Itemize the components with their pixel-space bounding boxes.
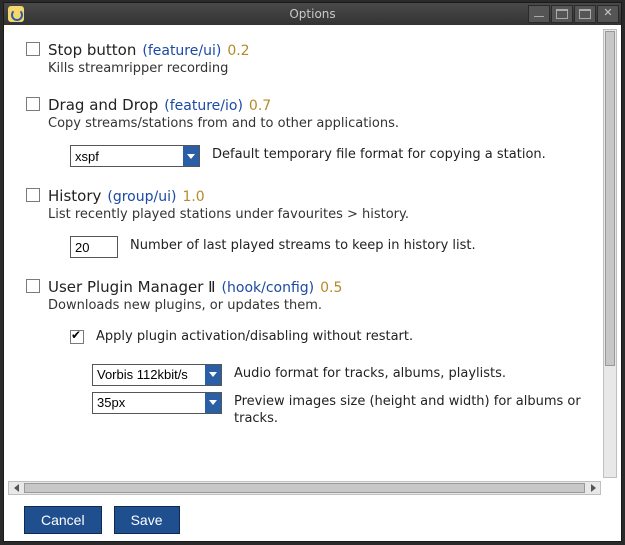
upm-norestart-label: Apply plugin activation/disabling withou…: [96, 329, 595, 346]
chevron-down-icon[interactable]: [205, 365, 221, 385]
upm-norestart-checkbox[interactable]: [70, 330, 84, 344]
history-count-label: Number of last played streams to keep in…: [130, 236, 595, 255]
options-list: Stop button (feature/ui) 0.2 Kills strea…: [10, 25, 599, 480]
upm-audio-format-input[interactable]: [93, 365, 205, 385]
option-history: History (group/ui) 1.0 List recently pla…: [26, 187, 595, 258]
upm-audio-format-combo[interactable]: [92, 364, 222, 386]
scroll-left-arrow-icon[interactable]: [9, 482, 23, 494]
cancel-button[interactable]: Cancel: [24, 506, 102, 534]
maximize-button[interactable]: [574, 5, 596, 23]
stop-version: 0.2: [227, 43, 249, 59]
stop-desc: Kills streamripper recording: [48, 61, 595, 76]
history-kind: (group/ui): [107, 189, 176, 205]
history-count-input[interactable]: [70, 236, 118, 258]
vertical-scroll-thumb[interactable]: [605, 31, 615, 366]
stop-title: Stop button: [48, 41, 136, 59]
upm-title: User Plugin Manager Ⅱ: [48, 278, 216, 296]
restore-button[interactable]: [551, 5, 573, 23]
option-user-plugin-manager: User Plugin Manager Ⅱ (hook/config) 0.5 …: [26, 278, 595, 428]
horizontal-scrollbar[interactable]: [8, 481, 601, 495]
dnd-checkbox[interactable]: [26, 97, 40, 111]
app-icon: [8, 6, 24, 22]
dnd-desc: Copy streams/stations from and to other …: [48, 116, 595, 131]
vertical-scrollbar[interactable]: [603, 29, 617, 478]
horizontal-scroll-thumb[interactable]: [24, 483, 585, 493]
history-version: 1.0: [182, 189, 204, 205]
upm-desc: Downloads new plugins, or updates them.: [48, 298, 595, 313]
upm-preview-size-input[interactable]: [93, 393, 205, 413]
save-button[interactable]: Save: [114, 506, 180, 534]
options-window: ________ Options ✕ Stop button (feature/…: [3, 2, 622, 542]
history-desc: List recently played stations under favo…: [48, 207, 595, 222]
stop-kind: (feature/ui): [142, 43, 221, 59]
dnd-title: Drag and Drop: [48, 96, 158, 114]
titlebar[interactable]: Options ✕: [4, 3, 621, 26]
upm-preview-size-combo[interactable]: [92, 392, 222, 414]
history-checkbox[interactable]: [26, 188, 40, 202]
dnd-format-input[interactable]: [71, 146, 183, 166]
scroll-right-arrow-icon[interactable]: [586, 482, 600, 494]
upm-version: 0.5: [320, 280, 342, 296]
upm-checkbox[interactable]: [26, 279, 40, 293]
scroll-area: Stop button (feature/ui) 0.2 Kills strea…: [4, 25, 621, 498]
window-buttons: ✕: [527, 5, 619, 23]
dnd-kind: (feature/io): [164, 98, 243, 114]
upm-preview-size-label: Preview images size (height and width) f…: [234, 392, 595, 428]
dnd-version: 0.7: [249, 98, 271, 114]
history-title: History: [48, 187, 101, 205]
close-button[interactable]: ✕: [597, 5, 619, 23]
chevron-down-icon[interactable]: [183, 146, 199, 166]
upm-audio-format-label: Audio format for tracks, albums, playlis…: [234, 364, 595, 383]
stop-checkbox[interactable]: [26, 42, 40, 56]
option-drag-and-drop: Drag and Drop (feature/io) 0.7 Copy stre…: [26, 96, 595, 167]
dnd-format-label: Default temporary file format for copyin…: [212, 145, 595, 164]
option-stop-button: Stop button (feature/ui) 0.2 Kills strea…: [26, 41, 595, 76]
minimize-button[interactable]: [528, 5, 550, 23]
dnd-format-combo[interactable]: [70, 145, 200, 167]
dialog-footer: Cancel Save: [4, 498, 621, 541]
chevron-down-icon[interactable]: [205, 393, 221, 413]
upm-kind: (hook/config): [222, 280, 315, 296]
client-area: Stop button (feature/ui) 0.2 Kills strea…: [4, 25, 621, 541]
